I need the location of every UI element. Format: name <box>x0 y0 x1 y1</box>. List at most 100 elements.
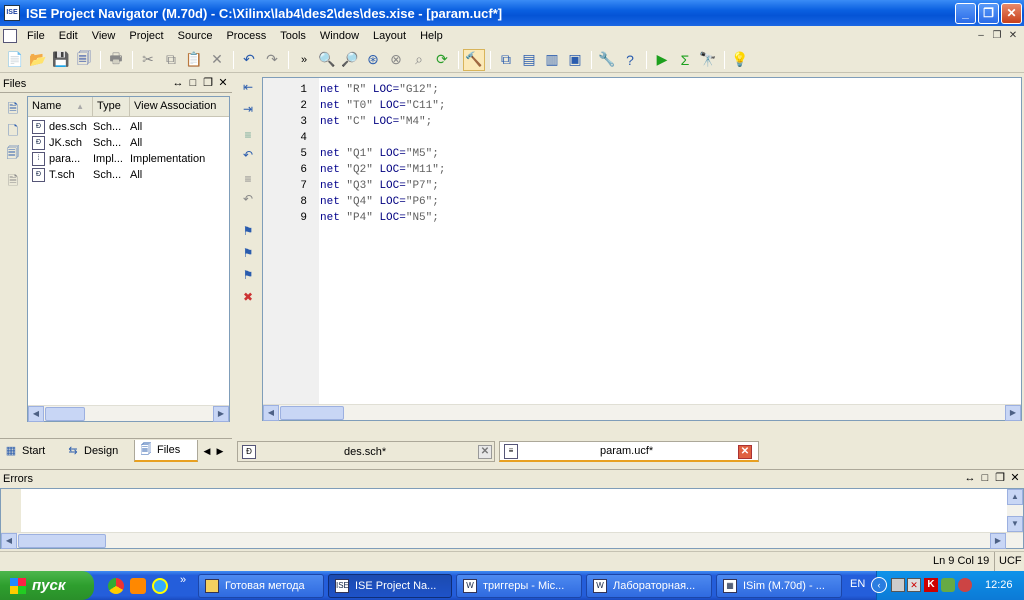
panel-close-icon[interactable]: ✕ <box>216 76 230 91</box>
scroll-up-icon[interactable]: ▲ <box>1007 489 1023 505</box>
tray-expand-icon[interactable]: ‹ <box>871 577 887 593</box>
column-name[interactable]: Name ▲ <box>28 97 93 117</box>
tab-scroll-left-icon[interactable]: ◀ <box>201 440 213 462</box>
mdi-close-icon[interactable]: ✕ <box>1005 28 1021 43</box>
mdi-minimize-icon[interactable]: – <box>973 28 989 43</box>
unindent-icon[interactable]: ⇤ <box>239 79 257 95</box>
scroll-right-icon[interactable]: ▶ <box>990 533 1006 549</box>
panel-restore-icon[interactable]: ❐ <box>993 471 1007 486</box>
menu-view[interactable]: View <box>85 26 123 46</box>
scroll-thumb[interactable] <box>280 406 344 420</box>
new-file-icon[interactable]: 📄 <box>4 49 26 71</box>
copy-icon[interactable]: ⧉ <box>160 49 182 71</box>
files-list[interactable]: Name ▲ Type View Association Ð des.sch S… <box>27 96 230 422</box>
tab-scroll-right-icon[interactable]: ▶ <box>214 440 226 462</box>
tile-horizontal-icon[interactable]: ▤ <box>518 49 540 71</box>
code-line[interactable]: net "R" LOC="G12"; <box>320 82 439 98</box>
zoom-fit-icon[interactable]: ⊛ <box>362 49 384 71</box>
bookmark-previous-icon[interactable]: ⚑ <box>239 267 257 283</box>
code-line[interactable]: net "Q3" LOC="P7"; <box>320 178 439 194</box>
internet-explorer-icon[interactable] <box>152 578 168 594</box>
scroll-thumb[interactable] <box>45 407 85 421</box>
column-view-association[interactable]: View Association <box>130 97 229 117</box>
task-ise[interactable]: ISE ISE Project Na... <box>328 574 452 598</box>
print-icon[interactable]: 🖶 <box>105 49 127 71</box>
zoom-area-icon[interactable]: ⌕ <box>408 49 430 71</box>
code-line[interactable]: net "Q1" LOC="M5"; <box>320 146 439 162</box>
panel-close-icon[interactable]: ✕ <box>1008 471 1022 486</box>
zoom-in-icon[interactable]: 🔍 <box>316 49 338 71</box>
menu-file[interactable]: File <box>20 26 52 46</box>
telescope-icon[interactable]: 🔭 <box>697 49 719 71</box>
language-indicator[interactable]: EN <box>850 578 865 590</box>
scroll-right-icon[interactable]: ▶ <box>213 406 229 422</box>
lightbulb-icon[interactable]: 💡 <box>729 49 751 71</box>
format-icon[interactable]: ≡ <box>239 171 257 187</box>
scroll-thumb[interactable] <box>18 534 106 548</box>
start-button[interactable]: пуск <box>0 571 94 600</box>
code-line[interactable]: net "T0" LOC="C11"; <box>320 98 445 114</box>
comment-lines-icon[interactable]: ≡ <box>239 127 257 143</box>
tile-vertical-icon[interactable]: ▥ <box>541 49 563 71</box>
run-icon[interactable]: ▶ <box>651 49 673 71</box>
quicklaunch-overflow-icon[interactable]: » <box>180 574 186 586</box>
code-line[interactable]: net "C" LOC="M4"; <box>320 114 432 130</box>
file-row-jk[interactable]: Ð JK.sch Sch... All <box>28 135 229 151</box>
cut-icon[interactable]: ✂ <box>137 49 159 71</box>
help-cursor-icon[interactable]: ? <box>619 49 641 71</box>
file-row-param[interactable]: ⁞ para... Impl... Implementation <box>28 151 229 167</box>
uncomment-icon[interactable]: ↶ <box>239 147 257 163</box>
errors-vertical-scrollbar[interactable]: ▲ ▼ <box>1007 489 1023 532</box>
antivirus-icon[interactable]: K <box>924 578 938 592</box>
redo-icon[interactable]: ↷ <box>261 49 283 71</box>
remove-source-icon[interactable]: 🗎 <box>5 172 21 188</box>
undo-format-icon[interactable]: ↶ <box>239 191 257 207</box>
add-copy-icon[interactable]: 🗐 <box>5 144 21 160</box>
code-line[interactable]: net "P4" LOC="N5"; <box>320 210 439 226</box>
menu-process[interactable]: Process <box>219 26 273 46</box>
network-icon[interactable] <box>891 578 905 592</box>
tray-app-icon[interactable] <box>941 578 955 592</box>
task-word-triggers[interactable]: Wтриггеры - Mic... <box>456 574 582 598</box>
errors-horizontal-scrollbar[interactable]: ◀ ▶ <box>1 532 1023 549</box>
network-disconnected-icon[interactable]: ✕ <box>907 578 921 592</box>
minimize-button[interactable]: _ <box>955 3 976 24</box>
scroll-left-icon[interactable]: ◀ <box>263 405 279 421</box>
panel-restore-icon[interactable]: ❐ <box>201 76 215 91</box>
task-word-lab[interactable]: W Лабораторная... <box>586 574 712 598</box>
zoom-selection-icon[interactable]: ⊗ <box>385 49 407 71</box>
new-source-icon[interactable]: 🗎 <box>5 100 21 116</box>
tab-des-sch[interactable]: Ð des.sch* ✕ <box>237 441 495 462</box>
mdi-restore-icon[interactable]: ❐ <box>989 28 1005 43</box>
close-tab-icon[interactable]: ✕ <box>738 445 752 459</box>
clear-bookmarks-icon[interactable]: ✖ <box>239 289 257 305</box>
column-type[interactable]: Type <box>93 97 130 117</box>
tab-param-ucf[interactable]: ≡ param.ucf* ✕ <box>499 441 759 462</box>
errors-pane[interactable]: ▲ ▼ ◀ ▶ <box>0 488 1024 549</box>
mail-icon[interactable] <box>130 578 146 594</box>
add-source-icon[interactable]: 🗋 <box>5 122 21 138</box>
scroll-left-icon[interactable]: ◀ <box>1 533 17 549</box>
cascade-windows-icon[interactable]: ⧉ <box>495 49 517 71</box>
sigma-icon[interactable]: Σ <box>674 49 696 71</box>
window-icon[interactable]: ▣ <box>564 49 586 71</box>
paste-icon[interactable]: 📋 <box>183 49 205 71</box>
menu-source[interactable]: Source <box>171 26 220 46</box>
menu-tools[interactable]: Tools <box>273 26 313 46</box>
close-tab-icon[interactable]: ✕ <box>478 445 492 459</box>
tab-files[interactable]: 🗐 Files <box>134 440 198 462</box>
menu-help[interactable]: Help <box>413 26 450 46</box>
code-line[interactable]: net "Q2" LOC="M11"; <box>320 162 445 178</box>
code-editor[interactable]: 1 2 3 4 5 6 7 8 9 net "R" LOC="G12"; net… <box>262 77 1022 421</box>
panel-float-icon[interactable]: ↔ <box>963 471 977 486</box>
wrench-icon[interactable]: 🔧 <box>596 49 618 71</box>
menu-layout[interactable]: Layout <box>366 26 413 46</box>
editor-horizontal-scrollbar[interactable]: ◀ ▶ <box>263 404 1021 421</box>
file-row-des[interactable]: Ð des.sch Sch... All <box>28 119 229 135</box>
task-folder[interactable]: Готовая метода <box>198 574 324 598</box>
toolbar-overflow-icon[interactable]: » <box>293 49 315 71</box>
menu-edit[interactable]: Edit <box>52 26 85 46</box>
scroll-down-icon[interactable]: ▼ <box>1007 516 1023 532</box>
open-folder-icon[interactable]: 📂 <box>27 49 49 71</box>
code-line[interactable]: net "Q4" LOC="P6"; <box>320 194 439 210</box>
